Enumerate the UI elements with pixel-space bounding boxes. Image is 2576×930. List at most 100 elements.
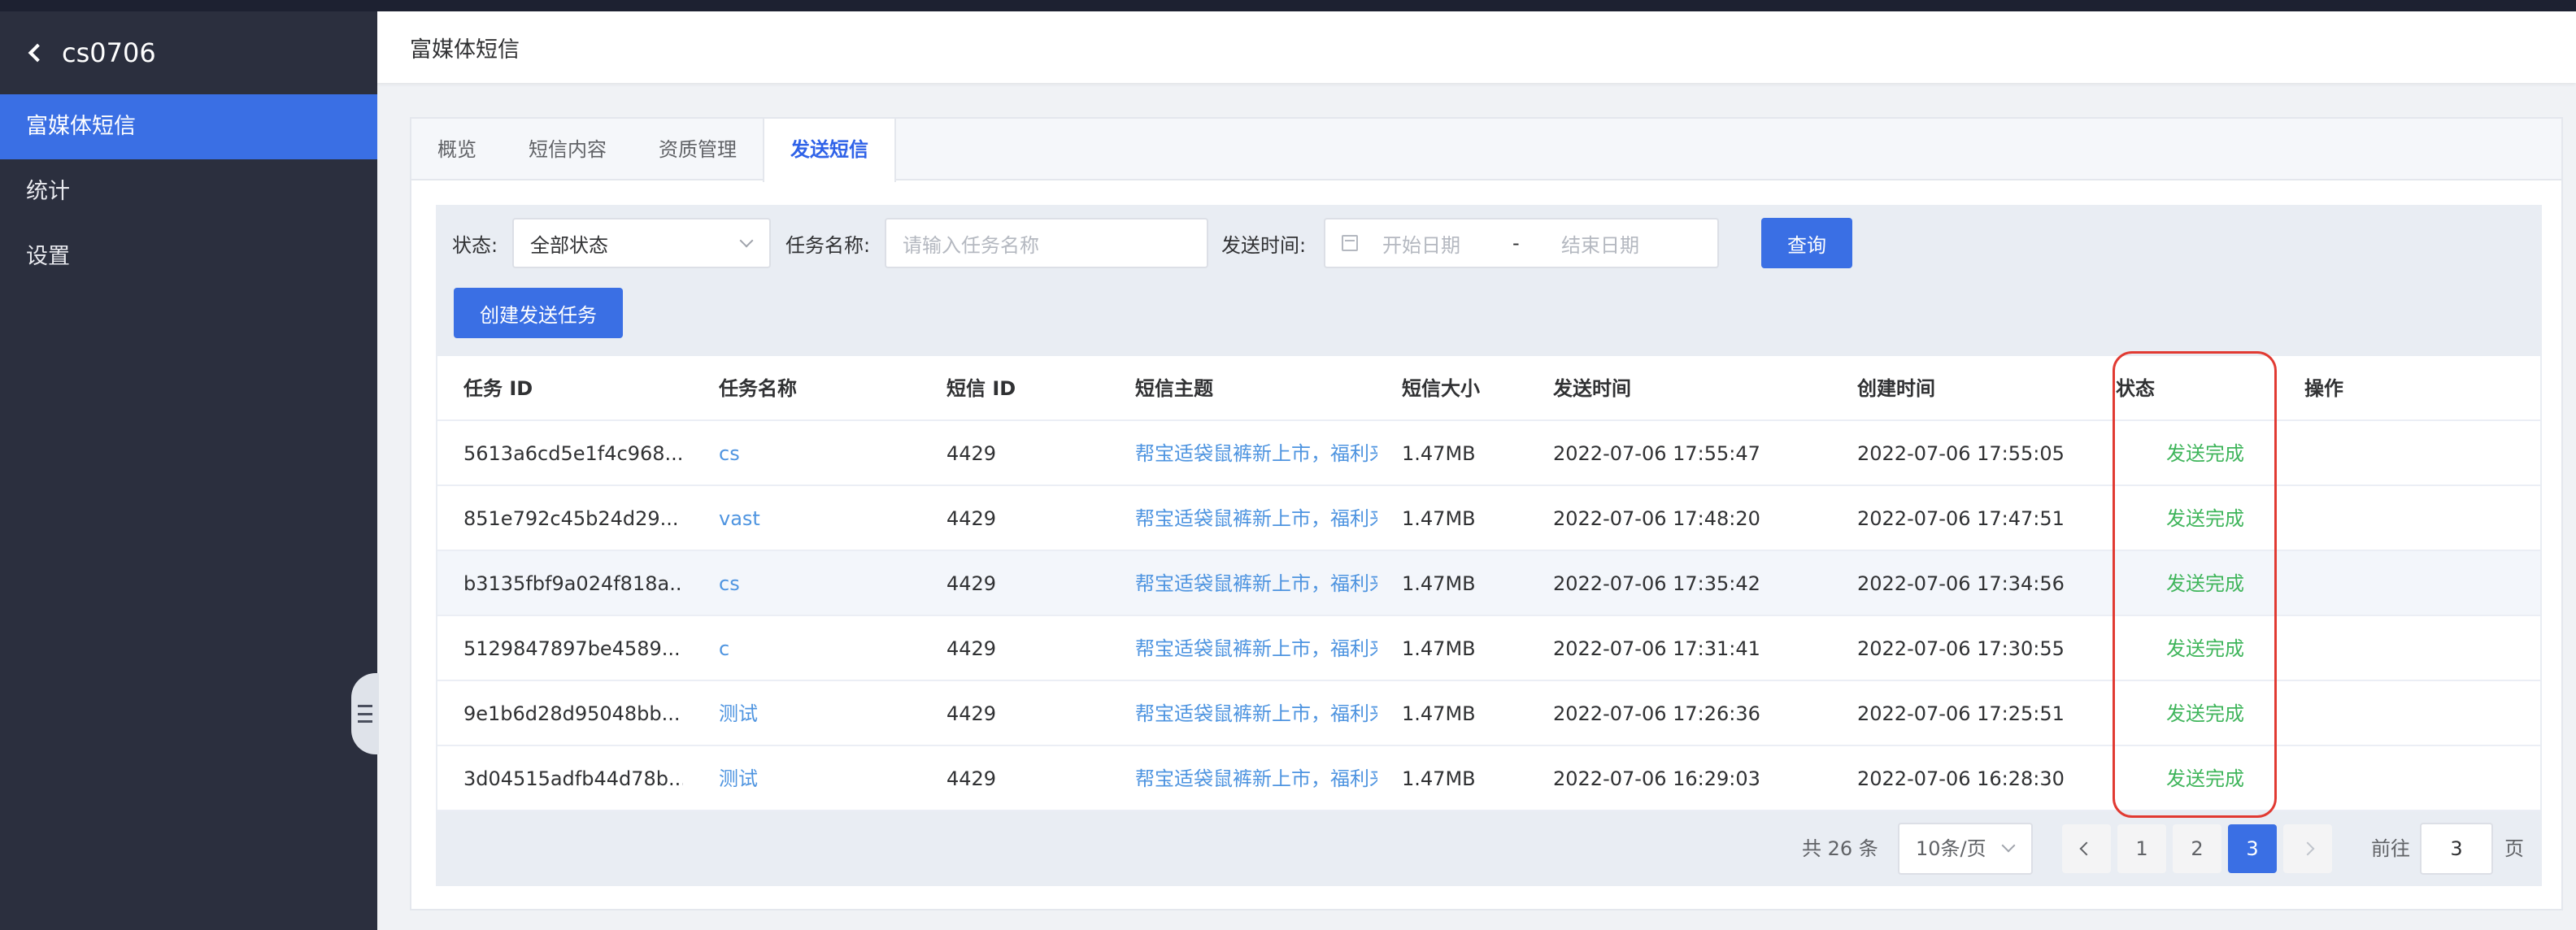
col-status: 状态 (2116, 377, 2155, 400)
task-name-link[interactable]: cs (719, 421, 740, 486)
prev-page-button[interactable] (2062, 824, 2111, 873)
send-time: 2022-07-06 17:31:41 (1553, 637, 1760, 660)
task-id: 5129847897be4589... (463, 637, 681, 660)
col-send-time: 发送时间 (1553, 377, 1631, 400)
create-task-button[interactable]: 创建发送任务 (454, 288, 623, 338)
pagination-total: 共 26 条 (1802, 837, 1878, 860)
page-size-select[interactable]: 10条/页 (1898, 823, 2033, 875)
task-name-link[interactable]: cs (719, 551, 740, 616)
sidebar-header[interactable]: cs0706 (0, 11, 377, 94)
task-name-input[interactable]: 请输入任务名称 (885, 218, 1208, 268)
col-task-name: 任务名称 (719, 377, 797, 400)
send-time: 2022-07-06 17:55:47 (1553, 442, 1760, 465)
status-select[interactable]: 全部状态 (512, 218, 771, 268)
start-date-input[interactable]: 开始日期 (1382, 229, 1512, 258)
col-actions: 操作 (2304, 377, 2343, 400)
app-title: cs0706 (62, 37, 156, 68)
sidebar-item-statistics[interactable]: 统计 (0, 159, 377, 224)
sms-id: 4429 (946, 507, 997, 530)
chevron-down-icon (739, 233, 754, 248)
create-time: 2022-07-06 17:30:55 (1857, 637, 2065, 660)
subject-link[interactable]: 帮宝适袋鼠裤新上市，福利来 (1135, 746, 1377, 811)
task-name-placeholder: 请输入任务名称 (903, 233, 1039, 257)
col-size: 短信大小 (1402, 377, 1480, 400)
send-time: 2022-07-06 17:48:20 (1553, 507, 1760, 530)
calendar-icon (1342, 235, 1358, 251)
back-arrow-icon[interactable] (28, 43, 47, 63)
send-time: 2022-07-06 17:35:42 (1553, 572, 1760, 595)
page-button-2[interactable]: 2 (2173, 824, 2221, 873)
status-badge: 发送完成 (2166, 637, 2244, 660)
table-row: 3d04515adfb44d78b... 测试 4429 帮宝适袋鼠裤新上市，福… (437, 746, 2540, 811)
page-header: 富媒体短信 (377, 11, 2576, 83)
page-button-1[interactable]: 1 (2117, 824, 2166, 873)
status-badge: 发送完成 (2166, 442, 2244, 465)
col-subject: 短信主题 (1135, 377, 1213, 400)
tab-overview[interactable]: 概览 (411, 119, 503, 179)
subject-link[interactable]: 帮宝适袋鼠裤新上市，福利来 (1135, 486, 1377, 551)
create-time: 2022-07-06 16:28:30 (1857, 767, 2065, 790)
subject-link[interactable]: 帮宝适袋鼠裤新上市，福利来 (1135, 681, 1377, 746)
filter-bar: 状态: 全部状态 任务名称: 请输入任务名称 发送时间: 开始日期 - 结束日期… (436, 205, 2542, 351)
sidebar-item-rich-media-sms[interactable]: 富媒体短信 (0, 94, 377, 159)
send-time: 2022-07-06 17:26:36 (1553, 702, 1760, 725)
task-name-link[interactable]: 测试 (719, 681, 758, 746)
tab-bar: 概览 短信内容 资质管理 发送短信 (411, 119, 2561, 182)
table-row: 851e792c45b24d29... vast 4429 帮宝适袋鼠裤新上市，… (437, 486, 2540, 551)
sms-size: 1.47MB (1402, 572, 1476, 595)
table-row: 9e1b6d28d95048bb... 测试 4429 帮宝适袋鼠裤新上市，福利… (437, 681, 2540, 746)
task-id: 851e792c45b24d29... (463, 507, 679, 530)
content-panel: 状态: 全部状态 任务名称: 请输入任务名称 发送时间: 开始日期 - 结束日期… (436, 205, 2542, 886)
col-sms-id: 短信 ID (946, 377, 1016, 400)
goto-label: 前往 (2371, 837, 2410, 860)
col-create-time: 创建时间 (1857, 377, 1935, 400)
page-button-3[interactable]: 3 (2228, 824, 2277, 873)
sms-id: 4429 (946, 442, 997, 465)
goto-page-input[interactable]: 3 (2420, 823, 2493, 875)
subject-link[interactable]: 帮宝适袋鼠裤新上市，福利来 (1135, 551, 1377, 616)
sms-size: 1.47MB (1402, 442, 1476, 465)
sms-size: 1.47MB (1402, 637, 1476, 660)
sms-size: 1.47MB (1402, 507, 1476, 530)
top-bar (0, 0, 2576, 11)
sidebar-collapse-handle[interactable] (351, 673, 379, 754)
task-name-link[interactable]: 测试 (719, 746, 758, 811)
query-button[interactable]: 查询 (1761, 218, 1852, 268)
chevron-left-icon (2079, 841, 2094, 856)
task-id: 5613a6cd5e1f4c968... (463, 442, 683, 465)
status-badge: 发送完成 (2166, 507, 2244, 530)
task-id: 9e1b6d28d95048bb... (463, 702, 681, 725)
table-row: 5129847897be4589... c 4429 帮宝适袋鼠裤新上市，福利来… (437, 616, 2540, 681)
task-name-link[interactable]: c (719, 616, 729, 681)
sms-size: 1.47MB (1402, 767, 1476, 790)
sidebar: cs0706 富媒体短信 统计 设置 (0, 11, 377, 930)
send-time-label: 发送时间: (1221, 234, 1307, 257)
end-date-input[interactable]: 结束日期 (1561, 229, 1639, 258)
tab-send-sms[interactable]: 发送短信 (763, 119, 896, 182)
sms-id: 4429 (946, 767, 997, 790)
task-id: b3135fbf9a024f818a... (463, 572, 683, 595)
next-page-button[interactable] (2283, 824, 2332, 873)
task-id: 3d04515adfb44d78b... (463, 767, 683, 790)
tab-qualification[interactable]: 资质管理 (633, 119, 763, 179)
subject-link[interactable]: 帮宝适袋鼠裤新上市，福利来 (1135, 421, 1377, 486)
tab-sms-content[interactable]: 短信内容 (503, 119, 633, 179)
date-range-picker[interactable]: 开始日期 - 结束日期 (1324, 218, 1719, 268)
sms-id: 4429 (946, 637, 997, 660)
sidebar-item-settings[interactable]: 设置 (0, 224, 377, 289)
task-table: 任务 ID 任务名称 短信 ID 短信主题 短信大小 发送时间 创建时间 状态 … (437, 356, 2540, 811)
subject-link[interactable]: 帮宝适袋鼠裤新上市，福利来 (1135, 616, 1377, 681)
menu-collapse-icon (358, 705, 372, 723)
task-name-link[interactable]: vast (719, 486, 760, 551)
chevron-down-icon (2001, 838, 2016, 853)
create-time: 2022-07-06 17:34:56 (1857, 572, 2065, 595)
pagination: 共 26 条 10条/页 1 2 3 前往 3 页 (436, 823, 2542, 875)
page-unit-label: 页 (2504, 837, 2524, 860)
status-filter-label: 状态: (452, 234, 498, 257)
sms-id: 4429 (946, 702, 997, 725)
table-row: 5613a6cd5e1f4c968... cs 4429 帮宝适袋鼠裤新上市，福… (437, 421, 2540, 486)
send-time: 2022-07-06 16:29:03 (1553, 767, 1760, 790)
date-separator: - (1512, 232, 1520, 254)
status-badge: 发送完成 (2166, 767, 2244, 790)
table-header-row: 任务 ID 任务名称 短信 ID 短信主题 短信大小 发送时间 创建时间 状态 … (437, 356, 2540, 421)
